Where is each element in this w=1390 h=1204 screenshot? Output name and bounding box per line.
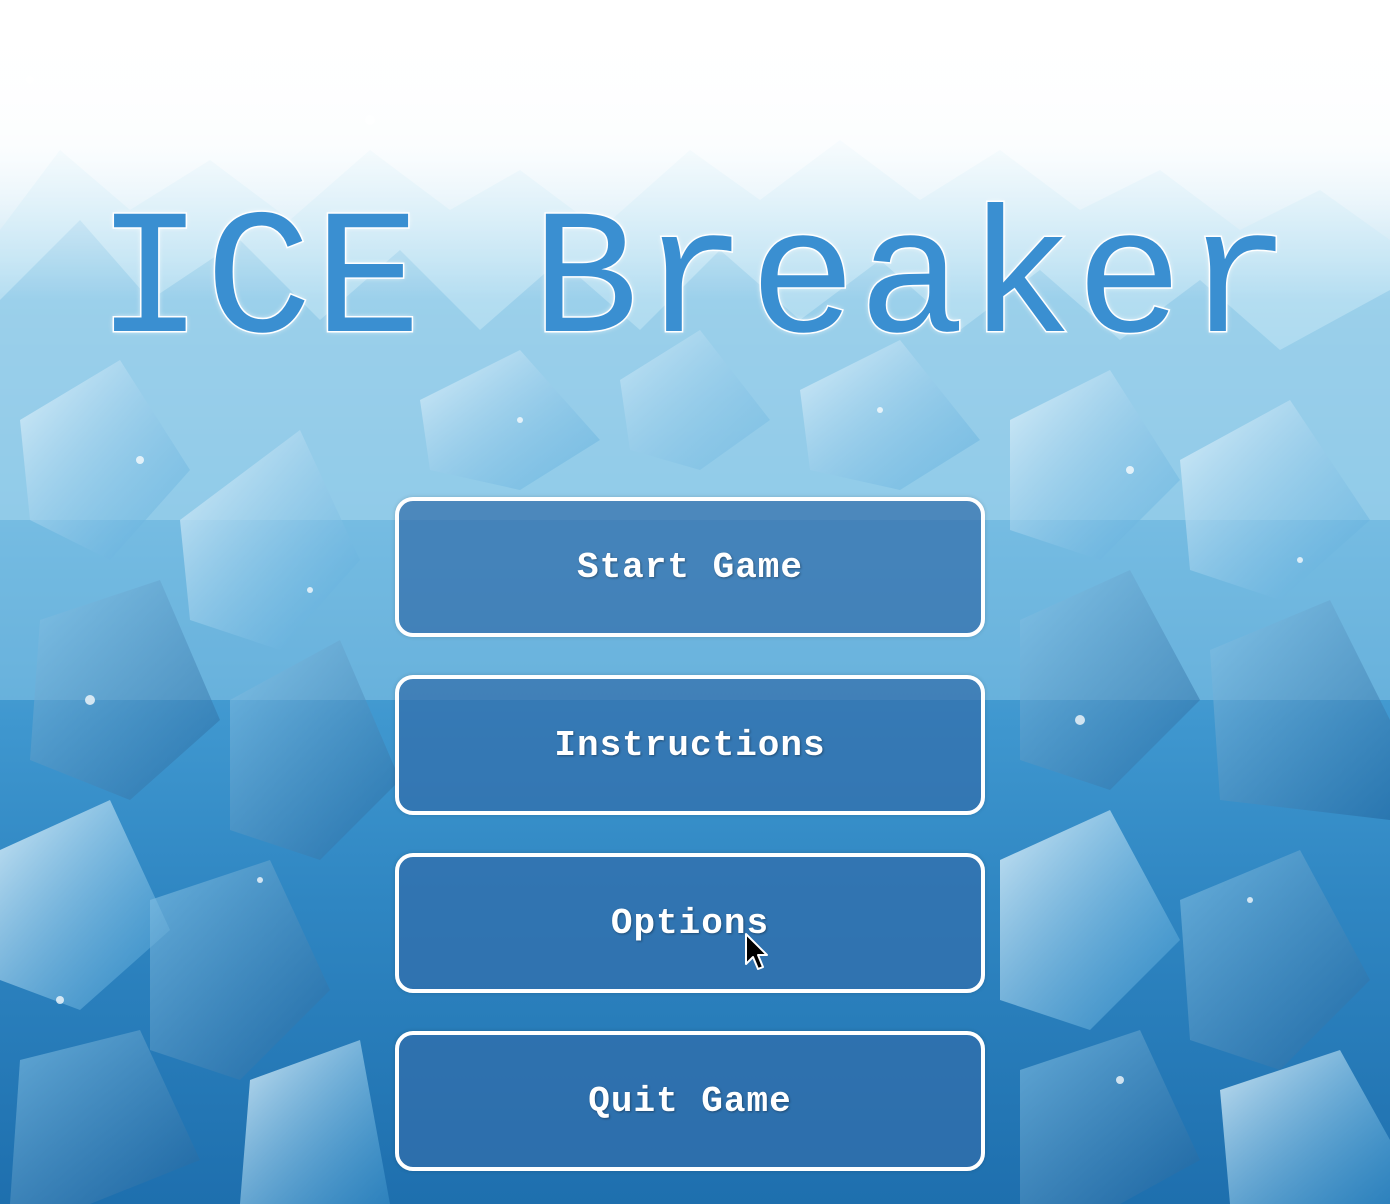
main-menu-screen: ICE Breaker Start Game Instructions Opti… bbox=[0, 0, 1390, 1204]
quit-game-label: Quit Game bbox=[588, 1080, 792, 1122]
quit-game-button[interactable]: Quit Game bbox=[395, 1031, 985, 1171]
instructions-button[interactable]: Instructions bbox=[395, 675, 985, 815]
start-game-button[interactable]: Start Game bbox=[395, 497, 985, 637]
options-button[interactable]: Options bbox=[395, 853, 985, 993]
options-label: Options bbox=[610, 902, 770, 944]
start-game-label: Start Game bbox=[576, 546, 804, 588]
instructions-label: Instructions bbox=[554, 724, 826, 766]
game-title: ICE Breaker bbox=[95, 184, 1294, 385]
